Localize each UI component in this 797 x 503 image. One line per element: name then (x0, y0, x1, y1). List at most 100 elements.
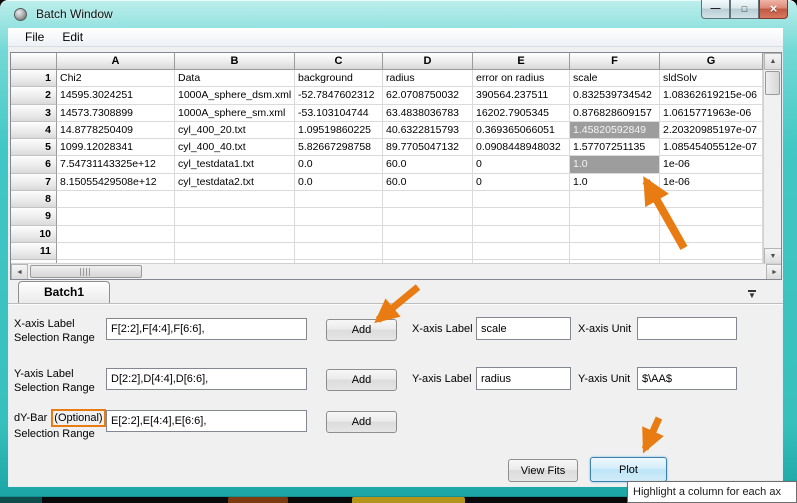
column-header-B[interactable]: B (175, 53, 295, 70)
cell-B11[interactable] (175, 243, 295, 260)
cell-D10[interactable] (383, 226, 473, 243)
row-header-5[interactable]: 5 (11, 139, 57, 156)
cell-C6[interactable]: 0.0 (295, 156, 383, 173)
tab-list-button[interactable]: ▼ (742, 287, 762, 301)
column-header-D[interactable]: D (383, 53, 473, 70)
menu-edit[interactable]: Edit (53, 29, 92, 45)
column-header-F[interactable]: F (570, 53, 660, 70)
cell-C4[interactable]: 1.09519860225 (295, 122, 383, 139)
row-header-4[interactable]: 4 (11, 122, 57, 139)
cell-C5[interactable]: 5.82667298758 (295, 139, 383, 156)
x-axis-selection-input[interactable] (106, 318, 307, 340)
close-button[interactable]: × (759, 0, 788, 19)
vertical-scroll-track[interactable] (764, 96, 781, 248)
cell-F6[interactable]: 1.0 (570, 156, 660, 173)
cell-F5[interactable]: 1.57707251135 (570, 139, 660, 156)
cell-B3[interactable]: 1000A_sphere_sm.xml (175, 105, 295, 122)
cell-E3[interactable]: 16202.7905345 (473, 105, 570, 122)
maximize-button[interactable]: □ (730, 0, 759, 19)
y-axis-label-input[interactable] (476, 367, 571, 390)
column-header-G[interactable]: G (660, 53, 763, 70)
cell-G8[interactable] (660, 191, 763, 208)
cell-E5[interactable]: 0.0908448948032 (473, 139, 570, 156)
view-fits-button[interactable]: View Fits (508, 459, 578, 482)
vertical-scroll-thumb[interactable] (765, 71, 780, 95)
column-header-A[interactable]: A (57, 53, 175, 70)
dy-bar-add-button[interactable]: Add (326, 411, 397, 433)
cell-D11[interactable] (383, 243, 473, 260)
cell-A10[interactable] (57, 226, 175, 243)
horizontal-scroll-thumb[interactable] (30, 265, 142, 278)
cell-G6[interactable]: 1e-06 (660, 156, 763, 173)
column-header-C[interactable]: C (295, 53, 383, 70)
cell-E10[interactable] (473, 226, 570, 243)
cell-E4[interactable]: 0.369365066051 (473, 122, 570, 139)
scroll-left-button[interactable]: ◄ (11, 264, 28, 280)
cell-E2[interactable]: 390564.237511 (473, 87, 570, 104)
cell-C3[interactable]: -53.103104744 (295, 105, 383, 122)
cell-F11[interactable] (570, 243, 660, 260)
cell-A3[interactable]: 14573.7308899 (57, 105, 175, 122)
cell-E1[interactable]: error on radius (473, 70, 570, 87)
row-header-11[interactable]: 11 (11, 243, 57, 260)
cell-A6[interactable]: 7.54731143325e+12 (57, 156, 175, 173)
cell-A4[interactable]: 14.8778250409 (57, 122, 175, 139)
cell-D2[interactable]: 62.0708750032 (383, 87, 473, 104)
cell-E7[interactable]: 0 (473, 174, 570, 191)
cell-F10[interactable] (570, 226, 660, 243)
dy-bar-selection-input[interactable] (106, 410, 307, 432)
cell-F8[interactable] (570, 191, 660, 208)
cell-C10[interactable] (295, 226, 383, 243)
cell-D7[interactable]: 60.0 (383, 174, 473, 191)
cell-C8[interactable] (295, 191, 383, 208)
cell-G4[interactable]: 2.20320985197e-07 (660, 122, 763, 139)
row-header-9[interactable]: 9 (11, 208, 57, 225)
scroll-right-button[interactable]: ► (766, 264, 782, 280)
menu-file[interactable]: File (16, 29, 53, 45)
cell-A5[interactable]: 1099.12028341 (57, 139, 175, 156)
cell-G2[interactable]: 1.08362619215e-06 (660, 87, 763, 104)
cell-G9[interactable] (660, 208, 763, 225)
cell-A7[interactable]: 8.15055429508e+12 (57, 174, 175, 191)
column-header-E[interactable]: E (473, 53, 570, 70)
cell-D6[interactable]: 60.0 (383, 156, 473, 173)
title-bar[interactable]: Batch Window (0, 0, 797, 28)
cell-C9[interactable] (295, 208, 383, 225)
cell-B4[interactable]: cyl_400_20.txt (175, 122, 295, 139)
cell-G1[interactable]: sldSolv (660, 70, 763, 87)
y-axis-add-button[interactable]: Add (326, 369, 397, 391)
row-header-10[interactable]: 10 (11, 226, 57, 243)
x-axis-unit-input[interactable] (637, 317, 737, 340)
cell-D5[interactable]: 89.7705047132 (383, 139, 473, 156)
scroll-up-button[interactable]: ▲ (764, 53, 782, 70)
row-header-7[interactable]: 7 (11, 174, 57, 191)
cell-D9[interactable] (383, 208, 473, 225)
cell-A1[interactable]: Chi2 (57, 70, 175, 87)
cell-G5[interactable]: 1.08545405512e-07 (660, 139, 763, 156)
horizontal-scroll-track[interactable] (144, 264, 766, 279)
horizontal-scrollbar[interactable]: ◄ ► (11, 263, 782, 279)
cell-F7[interactable]: 1.0 (570, 174, 660, 191)
cell-F2[interactable]: 0.832539734542 (570, 87, 660, 104)
minimize-button[interactable]: — (701, 0, 730, 19)
row-header-8[interactable]: 8 (11, 191, 57, 208)
cell-A2[interactable]: 14595.3024251 (57, 87, 175, 104)
cell-G7[interactable]: 1e-06 (660, 174, 763, 191)
cell-F4[interactable]: 1.45820592849 (570, 122, 660, 139)
cell-A9[interactable] (57, 208, 175, 225)
cell-E11[interactable] (473, 243, 570, 260)
cell-A11[interactable] (57, 243, 175, 260)
cell-B1[interactable]: Data (175, 70, 295, 87)
cell-D4[interactable]: 40.6322815793 (383, 122, 473, 139)
cell-B5[interactable]: cyl_400_40.txt (175, 139, 295, 156)
cell-G11[interactable] (660, 243, 763, 260)
cell-B2[interactable]: 1000A_sphere_dsm.xml (175, 87, 295, 104)
cell-B9[interactable] (175, 208, 295, 225)
cell-C2[interactable]: -52.7847602312 (295, 87, 383, 104)
row-header-3[interactable]: 3 (11, 105, 57, 122)
cell-F1[interactable]: scale (570, 70, 660, 87)
x-axis-add-button[interactable]: Add (326, 319, 397, 341)
tab-batch1[interactable]: Batch1 (18, 281, 110, 304)
cell-B10[interactable] (175, 226, 295, 243)
cell-C11[interactable] (295, 243, 383, 260)
